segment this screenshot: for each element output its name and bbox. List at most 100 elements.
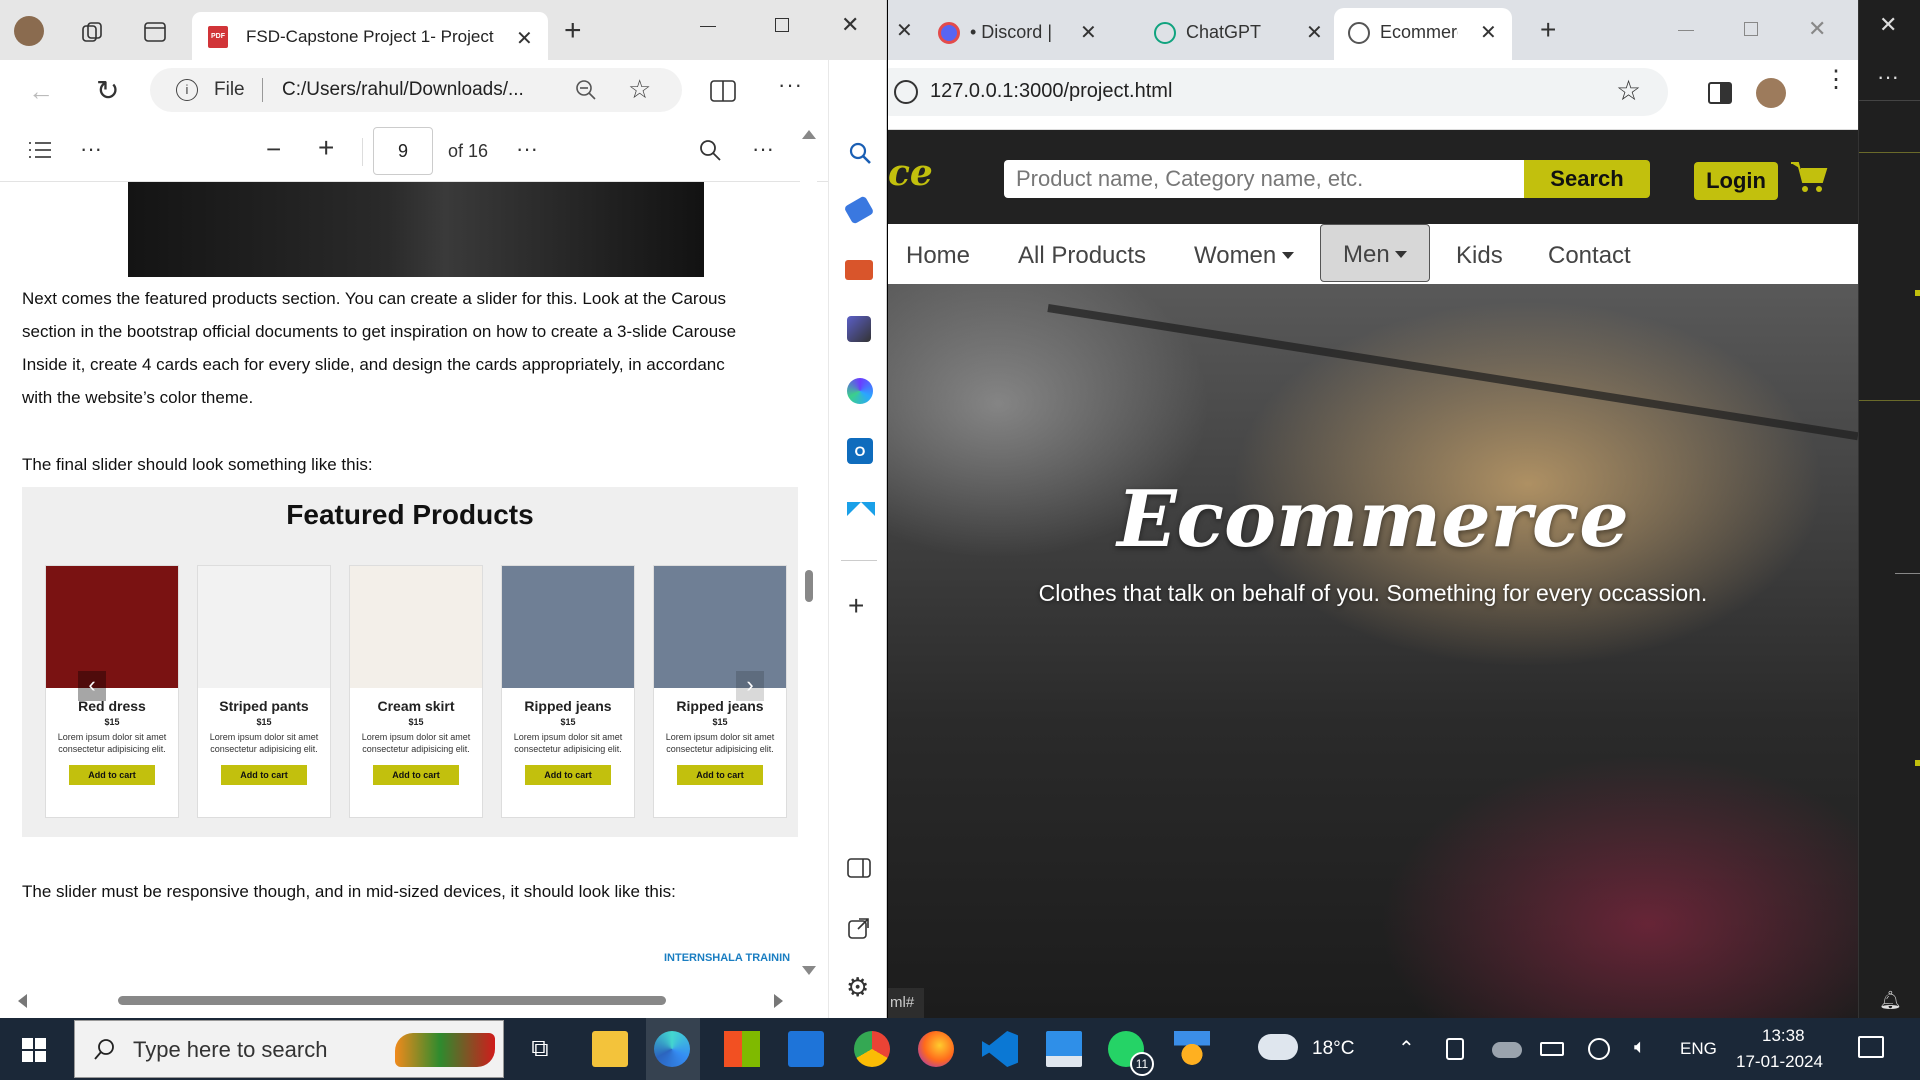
pdf-more-icon[interactable]: ···	[80, 136, 102, 162]
taskbar-search-box[interactable]: Type here to search	[74, 1020, 504, 1078]
more-menu-icon[interactable]: ···	[778, 72, 803, 98]
url-field[interactable]: 127.0.0.1:3000/project.html ☆	[888, 68, 1668, 116]
mail-icon[interactable]	[788, 1031, 824, 1067]
maximize-button[interactable]	[775, 18, 789, 32]
open-external-icon[interactable]	[847, 916, 871, 940]
add-to-cart-button: Add to cart	[221, 765, 307, 785]
outlook-icon[interactable]: O	[847, 438, 873, 464]
show-hidden-icons[interactable]: ⌃	[1398, 1036, 1415, 1061]
url-field[interactable]: i File C:/Users/rahul/Downloads/... ☆	[150, 68, 682, 112]
notifications-icon[interactable]	[1858, 1036, 1884, 1058]
sidebar-search-icon[interactable]	[847, 140, 873, 166]
tools-icon[interactable]	[845, 260, 873, 280]
shopping-tag-icon[interactable]	[843, 195, 875, 225]
more-icon[interactable]: ···	[1877, 64, 1899, 90]
zoom-in-button[interactable]: +	[318, 132, 334, 164]
tab-ecommerce[interactable]: Ecommerce ✕	[1334, 8, 1512, 60]
product-desc: Lorem ipsum dolor sit amet consectetur a…	[361, 732, 471, 754]
site-search-button[interactable]: Search	[1524, 160, 1650, 198]
laptop-app-icon[interactable]	[1046, 1031, 1082, 1067]
close-tab-icon[interactable]: ✕	[896, 18, 913, 43]
chrome-icon[interactable]	[854, 1031, 890, 1067]
microsoft365-icon[interactable]	[847, 378, 873, 404]
file-explorer-icon[interactable]	[592, 1031, 628, 1067]
site-info-icon[interactable]	[894, 80, 918, 104]
login-button[interactable]: Login	[1694, 162, 1778, 200]
pdf-horizontal-scrollbar[interactable]	[0, 990, 800, 1010]
chrome-menu-icon[interactable]: ⋮	[1824, 68, 1848, 92]
maximize-button[interactable]	[1744, 22, 1758, 36]
profile-avatar[interactable]	[1756, 78, 1786, 108]
close-tab-icon[interactable]: ✕	[516, 26, 533, 51]
language-indicator[interactable]: ENG	[1680, 1039, 1717, 1059]
pdf-vertical-scrollbar[interactable]	[800, 122, 817, 982]
network-globe-icon[interactable]	[1588, 1038, 1610, 1060]
scroll-thumb[interactable]	[118, 996, 666, 1005]
tab-actions-icon[interactable]	[144, 22, 166, 42]
nav-contact[interactable]: Contact	[1548, 242, 1631, 270]
site-logo[interactable]: ce	[888, 152, 933, 194]
edge-active-indicator	[646, 1018, 700, 1080]
scroll-up-icon[interactable]	[802, 130, 816, 139]
trophy-app-icon[interactable]	[1174, 1031, 1210, 1067]
clock-time[interactable]: 13:38	[1762, 1026, 1805, 1046]
close-tab-icon[interactable]: ✕	[1080, 20, 1097, 45]
zoom-out-button[interactable]: −	[266, 134, 281, 165]
new-tab-button[interactable]: +	[564, 16, 582, 46]
scroll-thumb[interactable]	[805, 570, 813, 602]
refresh-icon[interactable]: ↻	[96, 74, 119, 107]
add-sidebar-app-icon[interactable]: +	[848, 590, 864, 622]
whatsapp-badge: 11	[1130, 1052, 1154, 1076]
onedrive-icon[interactable]	[1492, 1042, 1522, 1058]
side-panel-icon[interactable]	[1708, 82, 1732, 104]
scroll-right-icon[interactable]	[774, 994, 783, 1008]
nav-all-products[interactable]: All Products	[1018, 242, 1146, 270]
bookmark-star-icon[interactable]: ☆	[1616, 74, 1641, 107]
search-icon[interactable]	[698, 138, 722, 162]
page-number-input[interactable]: 9	[373, 127, 433, 175]
minimize-button[interactable]	[700, 26, 716, 27]
close-tab-icon[interactable]: ✕	[1480, 20, 1497, 45]
scroll-down-icon[interactable]	[802, 966, 816, 975]
settings-gear-icon[interactable]: ⚙	[846, 972, 869, 1003]
close-window-button[interactable]: ✕	[1808, 16, 1826, 42]
contents-icon[interactable]	[28, 140, 52, 160]
tab-pdf[interactable]: PDF FSD-Capstone Project 1- Project ✕	[192, 12, 548, 60]
minimize-button[interactable]	[1678, 30, 1694, 31]
back-icon[interactable]: ←	[28, 76, 54, 107]
clock-date[interactable]: 17-01-2024	[1736, 1052, 1823, 1072]
nav-men-dropdown[interactable]: Men	[1320, 224, 1430, 282]
games-icon[interactable]	[847, 316, 871, 342]
battery-icon[interactable]	[1540, 1042, 1564, 1056]
cart-icon[interactable]	[1790, 160, 1828, 194]
new-tab-button[interactable]: +	[1540, 14, 1556, 46]
hide-sidebar-icon[interactable]	[847, 858, 871, 878]
vscode-icon[interactable]	[982, 1031, 1018, 1067]
close-tab-icon[interactable]: ✕	[1306, 20, 1323, 45]
scroll-left-icon[interactable]	[18, 994, 27, 1008]
toolbar-more-icon[interactable]: ···	[752, 136, 774, 162]
site-search-input[interactable]: Product name, Category name, etc.	[1004, 160, 1532, 198]
notification-bell-icon[interactable]: 🔔︎	[1879, 990, 1902, 1011]
tab-discord[interactable]: • Discord | ✕	[928, 10, 1106, 54]
nav-kids[interactable]: Kids	[1456, 242, 1503, 270]
tab-chatgpt[interactable]: ChatGPT ✕	[1144, 10, 1334, 54]
page-more-icon[interactable]: ···	[516, 136, 538, 162]
meet-now-icon[interactable]	[1446, 1038, 1464, 1060]
favorite-star-icon[interactable]: ☆	[628, 74, 651, 105]
zoom-out-icon[interactable]	[574, 78, 598, 102]
microsoft-store-icon[interactable]	[724, 1031, 760, 1067]
split-screen-icon[interactable]	[710, 80, 736, 102]
start-windows-icon[interactable]	[22, 1038, 46, 1062]
workspaces-icon[interactable]	[80, 20, 104, 44]
close-window-button[interactable]: ✕	[841, 12, 859, 38]
nav-home[interactable]: Home	[906, 242, 970, 270]
weather-temp[interactable]: 18°C	[1312, 1038, 1354, 1060]
close-icon[interactable]: ✕	[1879, 12, 1897, 38]
task-view-icon[interactable]: ⧉	[522, 1031, 558, 1067]
volume-icon[interactable]: 🔈︎	[1634, 1036, 1646, 1059]
profile-avatar[interactable]	[14, 16, 44, 46]
send-icon[interactable]	[847, 502, 875, 516]
nav-women[interactable]: Women	[1194, 242, 1276, 270]
firefox-icon[interactable]	[918, 1031, 954, 1067]
